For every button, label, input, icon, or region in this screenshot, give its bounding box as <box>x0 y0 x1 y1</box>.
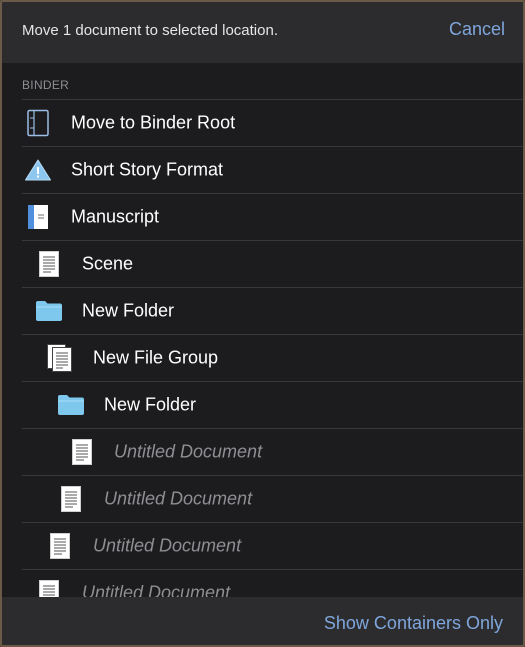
file-group-icon <box>47 343 73 372</box>
document-icon <box>72 438 92 465</box>
binder-row-label: New Folder <box>82 300 175 320</box>
document-icon <box>61 485 81 512</box>
manuscript-icon <box>27 204 49 230</box>
row-separator <box>22 99 523 100</box>
binder-row[interactable]: Untitled Document <box>2 569 523 597</box>
dialog-footer: Show Containers Only <box>2 597 523 645</box>
row-separator <box>22 287 523 288</box>
binder-row-label: New Folder <box>104 394 197 414</box>
binder-row[interactable]: New File Group <box>2 334 523 381</box>
cancel-button[interactable]: Cancel <box>449 19 505 40</box>
show-containers-only-button[interactable]: Show Containers Only <box>324 613 503 634</box>
binder-row-label: Untitled Document <box>114 441 263 461</box>
binder-list-container[interactable]: BINDER Move to Binder Root Short Story Fo… <box>2 63 523 597</box>
binder-row[interactable]: New Folder <box>2 381 523 428</box>
dialog-title: Move 1 document to selected location. <box>22 22 278 39</box>
binder-row[interactable]: Manuscript <box>2 193 523 240</box>
row-separator <box>22 334 523 335</box>
binder-row-label: Untitled Document <box>93 535 242 555</box>
row-separator <box>22 240 523 241</box>
binder-row[interactable]: Scene <box>2 240 523 287</box>
binder-row[interactable]: Move to Binder Root <box>2 99 523 146</box>
binder-row-label: Short Story Format <box>71 159 224 179</box>
binder-row[interactable]: Untitled Document <box>2 522 523 569</box>
warning-triangle-icon <box>24 158 52 182</box>
binder-row[interactable]: Untitled Document <box>2 428 523 475</box>
binder-row-label: Untitled Document <box>104 488 253 508</box>
binder-row-label: Move to Binder Root <box>71 112 236 132</box>
folder-icon <box>35 300 63 322</box>
row-separator <box>22 569 523 570</box>
folder-icon <box>57 394 85 416</box>
document-icon <box>39 579 59 597</box>
row-separator <box>22 381 523 382</box>
binder-row-label: Manuscript <box>71 206 160 226</box>
move-document-dialog: Move 1 document to selected location. Ca… <box>0 0 525 647</box>
row-separator <box>22 146 523 147</box>
binder-icon <box>26 109 50 137</box>
binder-row-label: New File Group <box>93 347 219 367</box>
binder-row-label: Scene <box>82 253 134 273</box>
section-label-binder: BINDER <box>22 78 70 92</box>
row-separator <box>22 428 523 429</box>
binder-row[interactable]: Untitled Document <box>2 475 523 522</box>
row-separator <box>22 522 523 523</box>
binder-list: Move to Binder Root Short Story Format Man… <box>2 99 523 597</box>
binder-row[interactable]: New Folder <box>2 287 523 334</box>
binder-row-label: Untitled Document <box>82 582 231 597</box>
document-icon <box>50 532 70 559</box>
document-icon <box>39 250 59 277</box>
row-separator <box>22 475 523 476</box>
binder-row[interactable]: Short Story Format <box>2 146 523 193</box>
row-separator <box>22 193 523 194</box>
dialog-header: Move 1 document to selected location. Ca… <box>2 2 523 63</box>
